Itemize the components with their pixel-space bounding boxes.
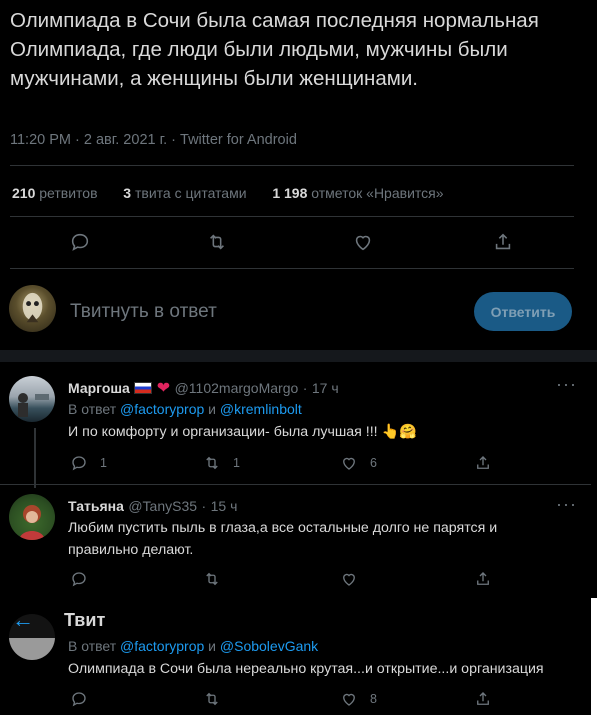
retweets-stat[interactable]: 210 ретвитов — [12, 185, 98, 201]
mention-link[interactable]: @kremlinbolt — [220, 401, 302, 417]
reply-icon[interactable] — [69, 231, 91, 253]
quotes-stat[interactable]: 3 твита с цитатами — [123, 185, 246, 201]
reply-action[interactable] — [70, 570, 88, 588]
reply-icon — [72, 572, 86, 587]
likes-stat[interactable]: 1 198 отметок «Нравится» — [272, 185, 443, 201]
page-title: Твит — [64, 610, 106, 630]
reply-author-name[interactable]: Татьяна — [68, 498, 124, 514]
like-action[interactable]: 8 — [340, 690, 377, 708]
mention-link[interactable]: @factoryprop — [120, 401, 204, 417]
share-action[interactable] — [474, 690, 492, 708]
like-icon — [343, 457, 355, 470]
retweet-action[interactable] — [203, 690, 221, 708]
reply-avatar[interactable] — [9, 494, 55, 540]
retweet-icon — [206, 456, 218, 470]
divider — [0, 484, 591, 485]
retweet-action[interactable] — [203, 570, 221, 588]
divider — [10, 165, 574, 166]
retweet-action[interactable]: 1 — [203, 454, 240, 472]
reply-author-handle[interactable]: @1102margoMargo — [175, 380, 299, 396]
reply-time[interactable]: 17 ч — [312, 380, 339, 396]
retweet-icon — [206, 692, 218, 706]
share-icon — [477, 456, 489, 469]
reply-text: Любим пустить пыль в глаза,а все остальн… — [68, 520, 498, 558]
reply-action[interactable] — [70, 690, 88, 708]
tweet-text: Олимпиада в Сочи была самая последняя но… — [10, 9, 539, 90]
more-icon[interactable]: ··· — [556, 494, 577, 515]
user-avatar[interactable] — [9, 285, 56, 332]
reply-header: Маргоша ❤ @1102margoMargo · 17 ч — [68, 380, 339, 397]
mention-link[interactable]: @SobolevGank — [220, 638, 318, 654]
reply-avatar[interactable] — [9, 376, 55, 422]
reply-time[interactable]: 15 ч — [211, 498, 238, 514]
reply-icon — [72, 456, 86, 471]
russia-flag-icon — [134, 382, 153, 394]
reply-input[interactable]: Твитнуть в ответ — [70, 301, 217, 323]
tweet-meta[interactable]: 11:20 PM · 2 авг. 2021 г. · Twitter for … — [10, 132, 297, 148]
divider — [10, 216, 574, 217]
reply-author-name[interactable]: Маргоша — [68, 380, 130, 396]
like-action[interactable] — [340, 570, 358, 588]
retweet-icon[interactable] — [206, 231, 228, 253]
tweet-stats: 210 ретвитов 3 твита с цитатами 1 198 от… — [12, 185, 444, 201]
reply-text: И по комфорту и организации- была лучшая… — [68, 424, 417, 440]
mention-link[interactable]: @factoryprop — [120, 638, 204, 654]
like-icon — [343, 573, 355, 586]
back-arrow-icon[interactable]: ← — [12, 607, 34, 633]
reply-icon — [72, 692, 86, 707]
share-action[interactable] — [474, 570, 492, 588]
reply-text: Олимпиада в Сочи была нереально крутая..… — [68, 661, 544, 677]
reply-author-handle[interactable]: @TanyS35 — [128, 498, 197, 514]
reply-to: В ответ @factoryprop и @SobolevGank — [68, 638, 319, 654]
share-action[interactable] — [474, 454, 492, 472]
like-icon[interactable] — [352, 231, 374, 253]
more-icon[interactable]: ··· — [556, 374, 577, 395]
divider — [10, 268, 574, 269]
heart-icon: ❤ — [156, 380, 171, 397]
retweet-icon — [206, 572, 218, 586]
section-separator — [0, 350, 597, 362]
like-icon — [343, 693, 355, 706]
like-action[interactable]: 6 — [340, 454, 377, 472]
reply-to: В ответ @factoryprop и @kremlinbolt — [68, 401, 302, 417]
thread-line — [34, 428, 36, 488]
reply-button[interactable]: Ответить — [474, 292, 572, 331]
window-edge — [591, 598, 597, 715]
share-icon — [477, 692, 489, 705]
reply-action[interactable]: 1 — [70, 454, 107, 472]
share-icon[interactable] — [492, 231, 514, 253]
reply-header: Татьяна @TanyS35 · 15 ч — [68, 498, 238, 514]
share-icon — [477, 572, 489, 585]
